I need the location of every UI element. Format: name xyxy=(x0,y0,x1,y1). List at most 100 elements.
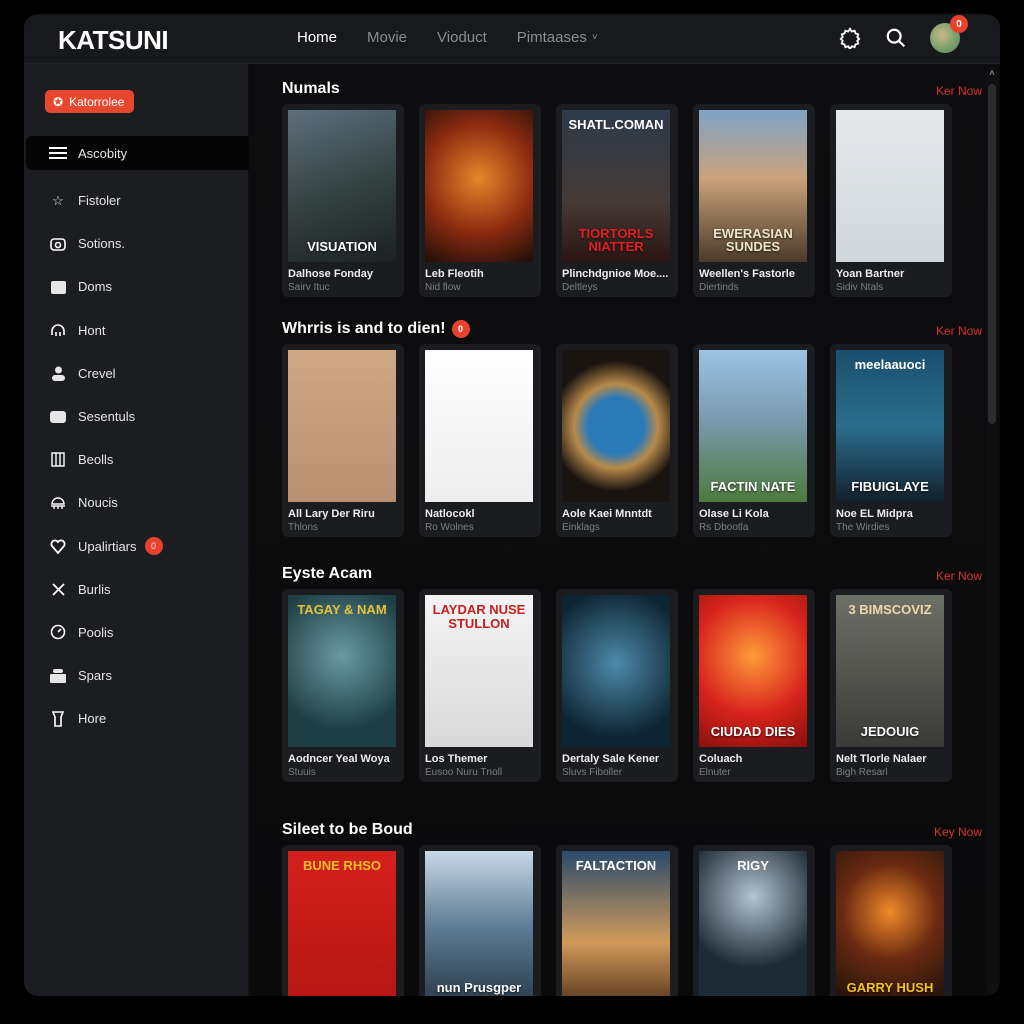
movie-card[interactable]: Natlocokl Ro Wolnes xyxy=(419,344,541,537)
sidebar-item-noucis[interactable]: Noucis xyxy=(24,481,249,524)
movie-card[interactable]: SHATL.COMAN TIORTORLS NIATTER Plinchdgnioe… xyxy=(556,104,678,297)
nav-pimtaases[interactable]: Pimtaases ˅ xyxy=(517,29,598,46)
poster-title-text: FIBUIGLAYE xyxy=(851,479,929,495)
user-avatar[interactable]: 0 xyxy=(930,15,968,53)
movie-subtitle: Rs Dbootla xyxy=(699,522,749,533)
sidebar-item-hore[interactable]: Hore xyxy=(24,697,249,740)
star-icon: ☆ xyxy=(52,192,64,208)
movie-card[interactable]: RIGY xyxy=(693,845,815,996)
movie-poster[interactable] xyxy=(836,110,944,262)
sidebar-item-label: Beolls xyxy=(78,452,114,468)
see-now-link[interactable]: Ker Now xyxy=(936,569,982,583)
see-now-link[interactable]: Key Now xyxy=(934,825,982,839)
movie-subtitle: Thlons xyxy=(288,522,319,533)
dome-icon xyxy=(49,494,67,512)
movie-subtitle: Elnuter xyxy=(699,767,731,778)
settings-button[interactable] xyxy=(838,26,862,50)
movie-card[interactable]: VISUATION Dalhose Fonday Sairv Ituc xyxy=(282,104,404,297)
movie-poster[interactable]: FACTIN NATE xyxy=(699,350,807,502)
movie-poster[interactable] xyxy=(425,110,533,262)
section-title-text: Sileet to be Boud xyxy=(282,821,413,838)
poster-title-text xyxy=(339,995,345,996)
see-now-link[interactable]: Ker Now xyxy=(936,84,982,98)
sidebar-item-crevel[interactable]: Crevel xyxy=(24,352,249,395)
nav-movie[interactable]: Movie xyxy=(367,29,407,46)
movie-subtitle: Sidiv Ntals xyxy=(836,282,884,293)
user-icon xyxy=(49,364,67,382)
see-now-link[interactable]: Ker Now xyxy=(936,324,982,338)
movie-poster[interactable] xyxy=(562,350,670,502)
movie-poster[interactable]: BUNE RHSO xyxy=(288,851,396,996)
movie-subtitle: Eusoo Nuru Tnoll xyxy=(425,767,503,778)
movie-title: Los Themer xyxy=(425,753,488,765)
movie-title: Plinchdgnioe Moe.... xyxy=(562,268,669,280)
search-icon xyxy=(886,28,906,48)
movie-poster[interactable] xyxy=(288,350,396,502)
scrollbar-thumb[interactable] xyxy=(988,84,996,424)
movie-card[interactable]: EWERASIAN SUNDES Weellen's Fastorle Dierti… xyxy=(693,104,815,297)
movie-poster[interactable]: EWERASIAN SUNDES xyxy=(699,110,807,262)
scrollbar[interactable]: ˄ xyxy=(986,66,998,994)
sidebar-item-fistoler[interactable]: ☆ Fistoler xyxy=(24,179,249,222)
poster-title-text: TIORTORLS NIATTER xyxy=(578,225,654,255)
section-title-text: Numals xyxy=(282,80,340,97)
movie-card[interactable]: BUNE RHSO xyxy=(282,845,404,996)
movie-card[interactable]: nun Prusgper xyxy=(419,845,541,996)
sidebar-item-label: Crevel xyxy=(78,365,116,381)
app-logo[interactable]: KATSUNI xyxy=(58,25,169,56)
movie-poster[interactable] xyxy=(562,595,670,747)
movie-poster[interactable]: VISUATION xyxy=(288,110,396,262)
poster-title-text xyxy=(339,494,345,502)
movie-poster[interactable]: LAYDAR NUSE STULLON xyxy=(425,595,533,747)
sidebar-item-sotions[interactable]: Sotions. xyxy=(24,222,249,265)
movie-card[interactable]: Aole Kaei Mnntdt Einklags xyxy=(556,344,678,537)
movie-poster[interactable]: 3 BIMSCOVIZ JEDOUIG xyxy=(836,595,944,747)
nav-vioduct[interactable]: Vioduct xyxy=(437,29,487,46)
scroll-up-icon[interactable]: ˄ xyxy=(988,68,996,78)
movie-card[interactable]: 3 BIMSCOVIZ JEDOUIG Nelt Tlorle Nalaer Bigh… xyxy=(830,589,952,782)
nav-home[interactable]: Home xyxy=(297,29,337,46)
promo-button[interactable]: ✪ Katorrolee xyxy=(45,90,135,113)
movie-poster[interactable] xyxy=(425,350,533,502)
sidebar-item-ascobity[interactable]: Ascobity xyxy=(26,136,249,170)
movie-poster[interactable]: CIUDAD DIES xyxy=(699,595,807,747)
movie-title: Leb Fleotih xyxy=(425,268,484,280)
search-button[interactable] xyxy=(884,26,908,50)
sidebar-item-upalirtiars[interactable]: Upalirtiars 0 xyxy=(24,525,249,568)
movie-poster[interactable]: meelaauoci FIBUIGLAYE xyxy=(836,350,944,502)
sidebar-item-beolls[interactable]: Beolls xyxy=(24,438,249,481)
movie-card[interactable]: CIUDAD DIES Coluach Elnuter xyxy=(693,589,815,782)
movie-card[interactable]: Leb Fleotih Nid flow xyxy=(419,104,541,297)
section-title: Numals xyxy=(282,80,972,98)
movie-poster[interactable]: TAGAY & NAM xyxy=(288,595,396,747)
movie-card[interactable]: All Lary Der Riru Thlons xyxy=(282,344,404,537)
poster-title-text xyxy=(476,739,482,747)
movie-card[interactable]: LAYDAR NUSE STULLON Los Themer Eusoo Nuru … xyxy=(419,589,541,782)
sidebar-item-hont[interactable]: Hont xyxy=(24,309,249,352)
movie-card[interactable]: Yoan Bartner Sidiv Ntals xyxy=(830,104,952,297)
movie-card[interactable]: TAGAY & NAM Aodncer Yeal Woya Stuuis xyxy=(282,589,404,782)
sidebar-item-label: Hont xyxy=(78,322,106,338)
poster-top-text: BUNE RHSO xyxy=(302,858,381,873)
movie-card[interactable]: FALTACTION xyxy=(556,845,678,996)
menu-icon xyxy=(49,144,67,162)
movie-card[interactable]: Dertaly Sale Kener Sluvs Fiboller xyxy=(556,589,678,782)
sidebar-item-doms[interactable]: Doms xyxy=(24,265,249,308)
movie-card[interactable]: FACTIN NATE Olase Li Kola Rs Dbootla xyxy=(693,344,815,537)
sidebar-item-sesentuls[interactable]: Sesentuls xyxy=(24,395,249,438)
movie-card[interactable]: meelaauoci FIBUIGLAYE Noe EL Midpra The Wir… xyxy=(830,344,952,537)
sidebar-item-spars[interactable]: Spars xyxy=(24,654,249,697)
movie-poster[interactable]: RIGY xyxy=(699,851,807,996)
movie-card[interactable]: GARRY HUSH xyxy=(830,845,952,996)
movie-poster[interactable]: GARRY HUSH xyxy=(836,851,944,996)
movie-subtitle: Diertinds xyxy=(699,282,739,293)
section-title: Eyste Acam xyxy=(282,565,972,583)
sidebar-item-poolis[interactable]: Poolis xyxy=(24,611,249,654)
movie-poster[interactable]: FALTACTION xyxy=(562,851,670,996)
camera-icon xyxy=(49,235,67,253)
movie-poster[interactable]: SHATL.COMAN TIORTORLS NIATTER xyxy=(562,110,670,262)
sidebar-item-burlis[interactable]: Burlis xyxy=(24,568,249,611)
sidebar-item-label: Upalirtiars xyxy=(78,538,137,554)
sidebar-item-label: Spars xyxy=(78,668,112,684)
movie-poster[interactable]: nun Prusgper xyxy=(425,851,533,996)
